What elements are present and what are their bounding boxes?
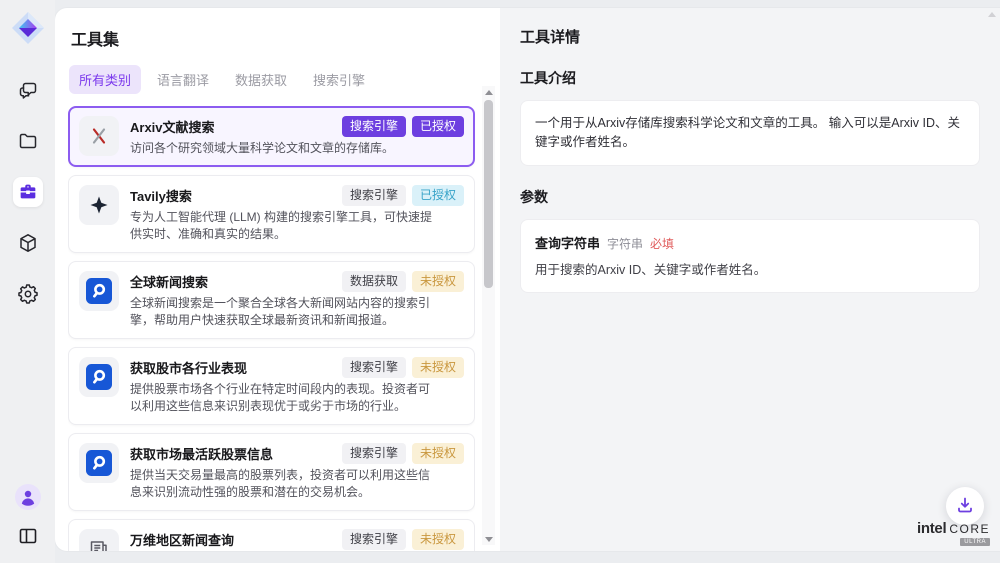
diamond-logo-icon: [11, 11, 45, 45]
core-wordmark: CORE: [949, 523, 990, 535]
cube-icon[interactable]: [13, 228, 43, 258]
tool-card[interactable]: 获取市场最活跃股票信息 搜索引擎 未授权 提供当天交易量最高的股票列表，投资者可…: [68, 433, 475, 511]
tool-card[interactable]: Arxiv文献搜索 搜索引擎 已授权 访问各个研究领域大量科学论文和文章的存储库…: [68, 106, 475, 167]
tool-description: 提供股票市场各个行业在特定时间段内的表现。投资者可以利用这些信息来识别表现优于或…: [130, 381, 432, 415]
tool-category-badge: 搜索引擎: [342, 185, 406, 206]
detail-scrollbar-up-arrow[interactable]: [988, 12, 996, 17]
user-avatar-icon[interactable]: [13, 482, 43, 512]
tool-list-pane: 工具集 所有类别语言翻译数据获取搜索引擎 Arxiv文献搜索 搜索引擎 已授权 …: [55, 8, 500, 551]
tool-status-badge: 已授权: [412, 185, 464, 206]
tool-name: Arxiv文献搜索: [130, 116, 334, 136]
ultra-badge: ULTRA: [960, 538, 990, 546]
tool-card[interactable]: 获取股市各行业表现 搜索引擎 未授权 提供股票市场各个行业在特定时间段内的表现。…: [68, 347, 475, 425]
tool-description: 访问各个研究领域大量科学论文和文章的存储库。: [130, 140, 432, 157]
tool-card[interactable]: 万维地区新闻查询 搜索引擎 未授权 查询具体行政区划内的新闻，快速了解各地新闻动: [68, 519, 475, 551]
intro-heading: 工具介绍: [520, 68, 980, 88]
tool-category-badge: 搜索引擎: [342, 357, 406, 378]
tool-name: 全球新闻搜索: [130, 271, 334, 291]
tool-name: 获取市场最活跃股票信息: [130, 443, 334, 463]
news-search-icon: [79, 443, 119, 483]
news-search-icon: [79, 271, 119, 311]
tool-category-badge: 搜索引擎: [342, 529, 406, 550]
folder-icon[interactable]: [13, 126, 43, 156]
category-tabs: 所有类别语言翻译数据获取搜索引擎: [69, 65, 500, 94]
tool-card[interactable]: Tavily搜索 搜索引擎 已授权 专为人工智能代理 (LLM) 构建的搜索引擎…: [68, 175, 475, 253]
tool-name: Tavily搜索: [130, 185, 334, 205]
tab-2[interactable]: 数据获取: [225, 65, 297, 94]
tool-status-badge: 未授权: [412, 357, 464, 378]
download-icon: [955, 495, 975, 518]
toolbox-icon[interactable]: [13, 177, 43, 207]
download-button[interactable]: [946, 487, 984, 525]
intel-wordmark: intel: [917, 521, 946, 536]
parameter-card: 查询字符串 字符串 必填 用于搜索的Arxiv ID、关键字或作者姓名。: [520, 219, 980, 293]
tool-name: 万维地区新闻查询: [130, 529, 334, 549]
parameter-type: 字符串: [607, 235, 643, 252]
app-window: 工具集 所有类别语言翻译数据获取搜索引擎 Arxiv文献搜索 搜索引擎 已授权 …: [55, 8, 1000, 551]
parameter-required-badge: 必填: [650, 235, 674, 252]
page-title: 工具集: [71, 26, 500, 50]
tool-status-badge: 已授权: [412, 116, 464, 137]
tab-1[interactable]: 语言翻译: [147, 65, 219, 94]
tool-list: Arxiv文献搜索 搜索引擎 已授权 访问各个研究领域大量科学论文和文章的存储库…: [68, 106, 475, 551]
detail-title: 工具详情: [520, 26, 980, 47]
tool-detail-pane: 工具详情 工具介绍 一个用于从Arxiv存储库搜索科学论文和文章的工具。 输入可…: [500, 8, 1000, 551]
news-search-icon: [79, 357, 119, 397]
tool-status-badge: 未授权: [412, 443, 464, 464]
intel-core-logo: intel CORE ULTRA: [917, 521, 990, 546]
scrollbar-up-arrow[interactable]: [482, 86, 495, 98]
panel-toggle-icon[interactable]: [13, 521, 43, 551]
left-icon-rail: [0, 0, 55, 563]
scrollbar-down-arrow[interactable]: [482, 533, 495, 545]
newspaper-icon: [79, 529, 119, 551]
tool-description: 专为人工智能代理 (LLM) 构建的搜索引擎工具，可快速提供实时、准确和真实的结…: [130, 209, 432, 243]
tool-category-badge: 数据获取: [342, 271, 406, 292]
tool-category-badge: 搜索引擎: [342, 116, 406, 137]
parameter-description: 用于搜索的Arxiv ID、关键字或作者姓名。: [535, 261, 965, 279]
params-heading: 参数: [520, 187, 980, 207]
tab-0[interactable]: 所有类别: [69, 65, 141, 94]
scrollbar-thumb[interactable]: [484, 100, 493, 288]
intro-card: 一个用于从Arxiv存储库搜索科学论文和文章的工具。 输入可以是Arxiv ID…: [520, 100, 980, 166]
tool-name: 获取股市各行业表现: [130, 357, 334, 377]
arxiv-icon: [79, 116, 119, 156]
tavily-star-icon: [79, 185, 119, 225]
tool-status-badge: 未授权: [412, 271, 464, 292]
intro-text: 一个用于从Arxiv存储库搜索科学论文和文章的工具。 输入可以是Arxiv ID…: [535, 114, 965, 152]
tool-status-badge: 未授权: [412, 529, 464, 550]
tool-card[interactable]: 全球新闻搜索 数据获取 未授权 全球新闻搜索是一个聚合全球各大新闻网站内容的搜索…: [68, 261, 475, 339]
parameter-name: 查询字符串: [535, 233, 600, 252]
tool-description: 全球新闻搜索是一个聚合全球各大新闻网站内容的搜索引擎，帮助用户快速获取全球最新资…: [130, 295, 432, 329]
list-scrollbar[interactable]: [482, 86, 495, 545]
settings-gear-icon[interactable]: [13, 279, 43, 309]
tool-category-badge: 搜索引擎: [342, 443, 406, 464]
chat-icon[interactable]: [13, 75, 43, 105]
tool-description: 提供当天交易量最高的股票列表，投资者可以利用这些信息来识别流动性强的股票和潜在的…: [130, 467, 432, 501]
tab-3[interactable]: 搜索引擎: [303, 65, 375, 94]
